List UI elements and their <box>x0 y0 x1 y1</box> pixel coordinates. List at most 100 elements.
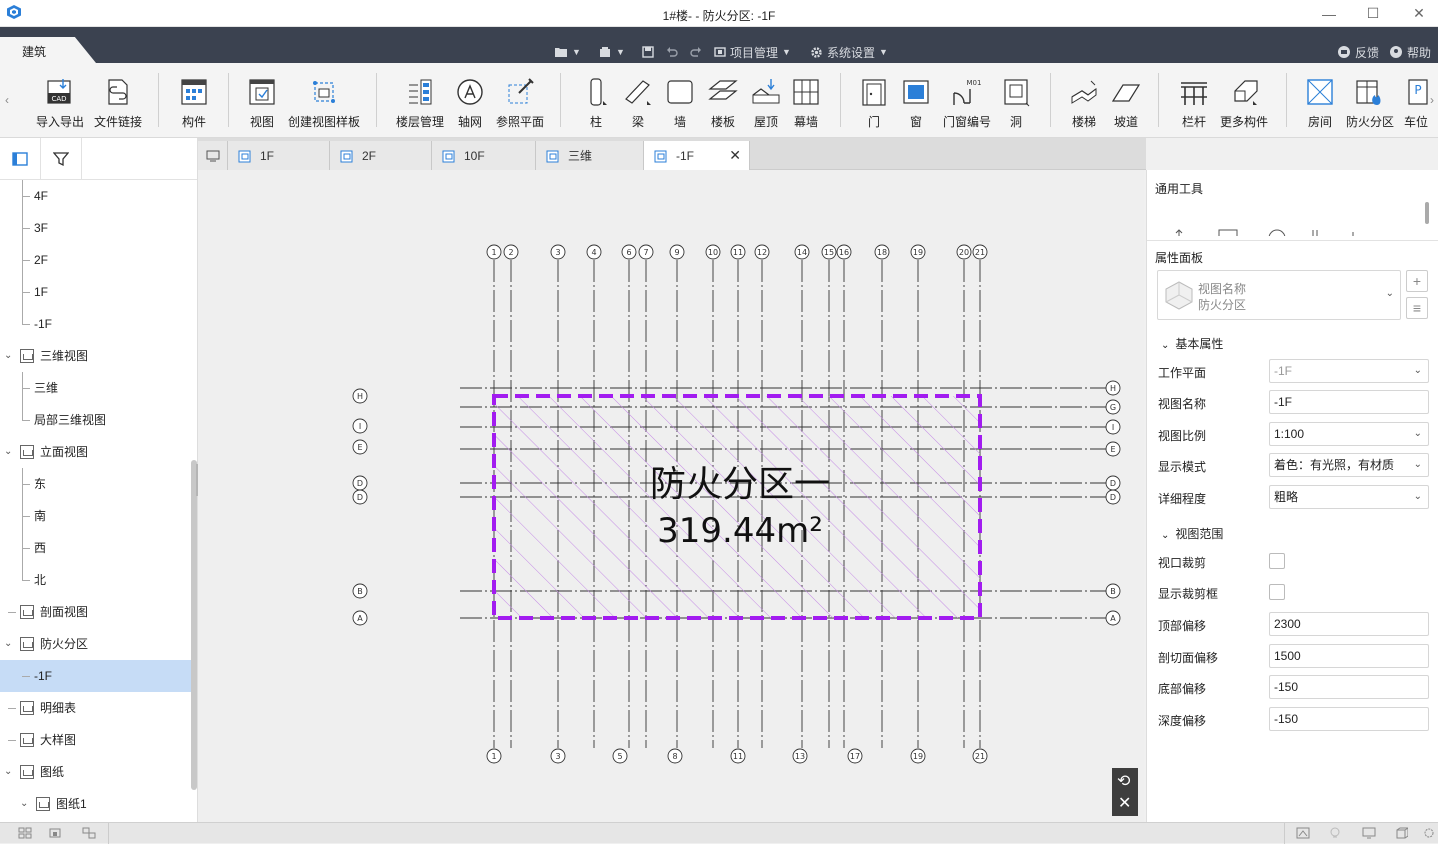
detail-level-select[interactable]: 粗略 ⌄ <box>1269 485 1429 509</box>
tab-close-icon[interactable]: ✕ <box>729 147 741 164</box>
view-type-selector[interactable]: 视图名称 防火分区 ⌄ <box>1157 270 1401 320</box>
door-window-number-button[interactable]: M01 门窗编号 <box>940 75 994 133</box>
chevron-down-icon[interactable]: ⌄ <box>20 788 28 820</box>
reference-plane-button[interactable]: 参照平面 <box>494 75 546 133</box>
room-button[interactable]: 房间 <box>1302 75 1338 133</box>
bottom-offset-field[interactable]: -150 <box>1269 675 1429 699</box>
feedback-button[interactable]: 反馈 <box>1337 43 1379 61</box>
tree-group-fire-zones[interactable]: ⌄ 防火分区 <box>0 628 191 660</box>
chevron-down-icon[interactable]: ⌄ <box>4 436 12 468</box>
ribbon-scroll-right-icon[interactable]: › <box>1430 93 1434 107</box>
ribbon-scroll-left-icon[interactable]: ‹ <box>5 93 9 107</box>
minimize-button[interactable]: — <box>1306 0 1352 27</box>
tree-group-3d-views[interactable]: ⌄ 三维视图 <box>0 340 191 372</box>
cut-plane-offset-field[interactable]: 1500 <box>1269 644 1429 668</box>
general-tools-scrollbar[interactable] <box>1425 202 1429 224</box>
opening-button[interactable]: 洞 <box>1000 75 1032 133</box>
railing-button[interactable]: 栏杆 <box>1176 75 1212 133</box>
open-file-button[interactable]: ▼ <box>554 43 581 61</box>
tab-10f[interactable]: 10F <box>432 141 536 170</box>
file-link-button[interactable]: 文件链接 <box>92 75 144 133</box>
display-mode-select[interactable]: 着色：有光照，有材质 ⌄ <box>1269 453 1429 477</box>
tree-item-partial-3d[interactable]: 局部三维视图 <box>0 404 191 436</box>
tree-item-3f[interactable]: 3F <box>0 212 191 244</box>
create-view-template-button[interactable]: 创建视图样板 <box>288 75 360 133</box>
type-list-button[interactable]: ≡ <box>1406 297 1428 319</box>
show-crop-box-checkbox[interactable] <box>1269 584 1285 600</box>
tree-item-1f[interactable]: 1F <box>0 276 191 308</box>
browser-scrollbar[interactable] <box>191 460 197 790</box>
floor-plan-drawing[interactable]: 1 2 3 4 6 7 9 10 11 12 14 15 16 18 19 20 211 3 5 8 11 13 17 19 2… <box>198 170 1144 822</box>
curtain-wall-button[interactable]: 幕墙 <box>788 75 824 133</box>
tree-group-elevations[interactable]: ⌄ 立面视图 <box>0 436 191 468</box>
wall-button[interactable]: 墙 <box>664 75 696 133</box>
tree-item-4f[interactable]: 4F <box>0 180 191 212</box>
component-button[interactable]: 构件 <box>170 75 218 133</box>
tab-1f[interactable]: 1F <box>228 141 330 170</box>
settings-icon[interactable] <box>1422 827 1436 839</box>
section-basic-properties[interactable]: ⌄ 基本属性 <box>1161 335 1223 352</box>
cube-icon[interactable] <box>1394 827 1408 839</box>
axis-grid-button[interactable]: 轴网 <box>452 75 488 133</box>
package-button[interactable]: ▼ <box>598 43 625 61</box>
stair-button[interactable]: 楼梯 <box>1066 75 1102 133</box>
tree-item-3d[interactable]: 三维 <box>0 372 191 404</box>
tab-2f[interactable]: 2F <box>330 141 432 170</box>
panel-toggle-button[interactable] <box>0 138 41 180</box>
tree-group-sheets[interactable]: ⌄ 图纸 <box>0 756 191 788</box>
roof-button[interactable]: 屋顶 <box>748 75 784 133</box>
top-offset-field[interactable]: 2300 <box>1269 612 1429 636</box>
save-button[interactable] <box>642 43 654 61</box>
tree-item-sheet-1[interactable]: ⌄ 图纸1 <box>0 788 191 820</box>
fire-zone-button[interactable]: 防火分区 <box>1344 75 1396 133</box>
tree-item-north[interactable]: 北 <box>0 564 191 596</box>
depth-offset-field[interactable]: -150 <box>1269 707 1429 731</box>
render-icon[interactable] <box>1296 827 1310 839</box>
snap-icon[interactable] <box>48 827 62 839</box>
tree-item-south[interactable]: 南 <box>0 500 191 532</box>
tab-architecture[interactable]: 建筑 <box>0 37 96 63</box>
system-settings-menu[interactable]: 系统设置 ▼ <box>810 43 888 61</box>
layout-icon[interactable] <box>82 827 96 839</box>
chevron-down-icon[interactable]: ⌄ <box>4 340 12 372</box>
chevron-down-icon[interactable]: ⌄ <box>4 756 12 788</box>
tree-group-sections[interactable]: 剖面视图 <box>0 596 191 628</box>
view-name-field[interactable]: -1F <box>1269 390 1429 414</box>
view-scale-select[interactable]: 1:100 ⌄ <box>1269 422 1429 446</box>
door-button[interactable]: 门 <box>858 75 890 133</box>
drawing-canvas[interactable]: 1 2 3 4 6 7 9 10 11 12 14 15 16 18 19 20 21 1 3 5 8 11 13 17 19 2… <box>198 170 1144 822</box>
beam-button[interactable]: 梁 <box>622 75 654 133</box>
window-button[interactable]: 窗 <box>900 75 932 133</box>
reset-view-icon[interactable]: ⟲ <box>1117 771 1130 791</box>
slab-button[interactable]: 楼板 <box>704 75 742 133</box>
undo-button[interactable] <box>666 43 678 61</box>
redo-button[interactable] <box>690 43 702 61</box>
tree-item-east[interactable]: 东 <box>0 468 191 500</box>
light-bulb-icon[interactable] <box>1328 827 1342 839</box>
vehicle-button[interactable]: P 车位 <box>1404 75 1430 133</box>
column-button[interactable]: 柱 <box>580 75 612 133</box>
add-type-button[interactable]: + <box>1406 270 1428 292</box>
floor-management-button[interactable]: 楼层管理 <box>394 75 446 133</box>
grid-view-icon[interactable] <box>18 827 32 839</box>
monitor-icon[interactable] <box>1362 827 1376 839</box>
maximize-button[interactable]: ☐ <box>1350 0 1396 27</box>
section-view-range[interactable]: ⌄ 视图范围 <box>1161 525 1223 542</box>
close-button[interactable]: ✕ <box>1396 0 1438 27</box>
tree-item-b1f[interactable]: -1F <box>0 308 191 340</box>
viewport-crop-checkbox[interactable] <box>1269 553 1285 569</box>
chevron-down-icon[interactable]: ⌄ <box>4 628 12 660</box>
ramp-button[interactable]: 坡道 <box>1108 75 1144 133</box>
import-export-button[interactable]: CAD 导入导出 <box>34 75 86 133</box>
tree-group-schedules[interactable]: 明细表 <box>0 692 191 724</box>
tree-item-2f[interactable]: 2F <box>0 244 191 276</box>
tab-list-button[interactable] <box>198 141 228 170</box>
project-management-menu[interactable]: 项目管理 ▼ <box>714 43 791 61</box>
tree-group-details[interactable]: 大样图 <box>0 724 191 756</box>
view-button[interactable]: 视图 <box>240 75 284 133</box>
tab-3d[interactable]: 三维 <box>536 141 644 170</box>
work-plane-select[interactable]: -1F ⌄ <box>1269 359 1429 383</box>
close-icon[interactable]: ✕ <box>1118 793 1131 813</box>
more-components-button[interactable]: 更多构件 <box>1218 75 1270 133</box>
tab-b1f-active[interactable]: -1F ✕ <box>644 141 750 170</box>
